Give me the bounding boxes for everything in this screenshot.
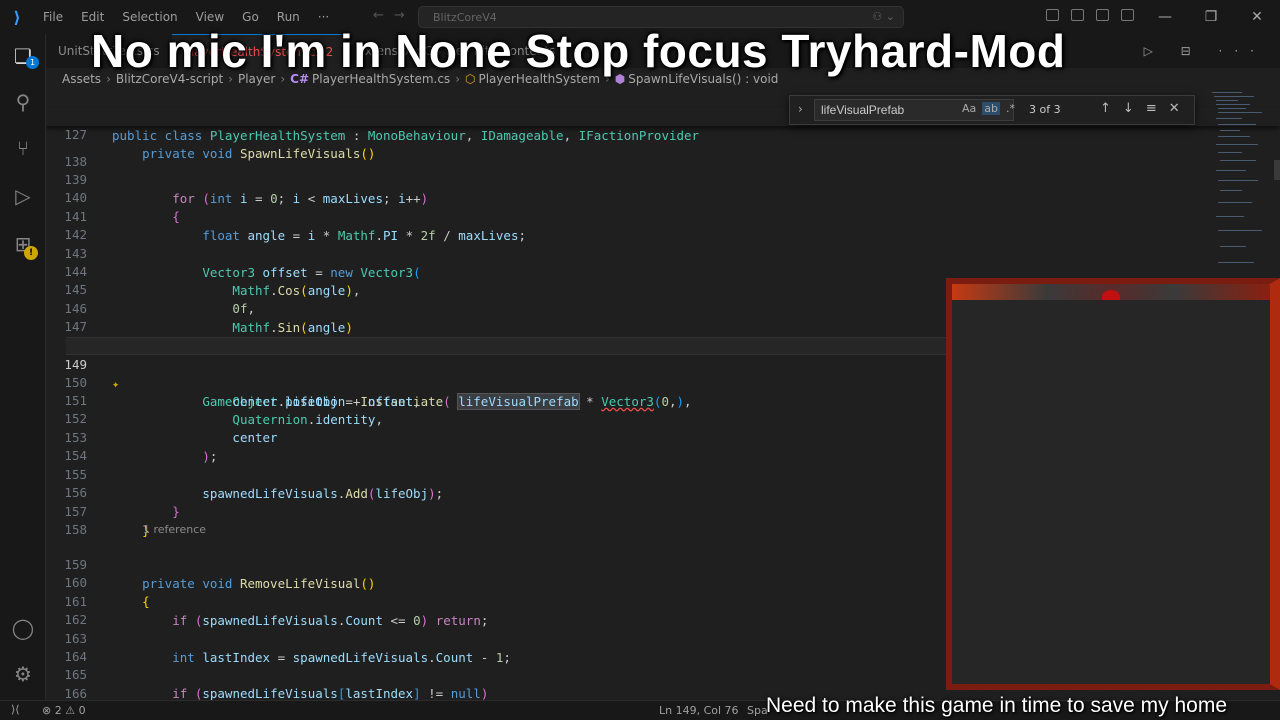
webcam-feed xyxy=(952,300,1270,684)
copilot-icon[interactable]: ⚇ ⌄ xyxy=(872,10,895,23)
menu-selection[interactable]: Selection xyxy=(113,10,186,24)
code-line-144: 144 Mathf.Cos(angle), xyxy=(46,245,1280,297)
minimize-button[interactable]: — xyxy=(1142,0,1188,34)
toggle-secondary-sidebar-icon[interactable] xyxy=(1121,9,1134,21)
find-widget: › Aaab .* 3 of 3 ↑↓≡✕ xyxy=(789,95,1195,125)
stream-ticker-text: Need to make this game in time to save m… xyxy=(766,694,1228,717)
menu-bar: File Edit Selection View Go Run ··· xyxy=(34,10,338,24)
code-line-143: 143 Vector3 offset = new Vector3( xyxy=(46,227,1280,279)
vscode-logo-icon: ⟩ xyxy=(13,7,21,27)
close-find-icon[interactable]: ✕ xyxy=(1169,101,1192,116)
editor-scrollbar[interactable] xyxy=(1274,160,1280,180)
search-text: BlitzCoreV4 xyxy=(433,11,497,24)
window-controls: — ❐ ✕ xyxy=(1142,0,1280,34)
code-line-141: 141 float angle = i * Mathf.PI * 2f / ma… xyxy=(46,190,1280,242)
next-match-icon[interactable]: ↓ xyxy=(1123,101,1146,116)
extensions-warning-badge: ! xyxy=(24,246,38,260)
menu-go[interactable]: Go xyxy=(233,10,268,24)
menu-run[interactable]: Run xyxy=(268,10,309,24)
editor-actions[interactable]: ▷ ⊟ ··· xyxy=(1144,44,1266,58)
accounts-icon[interactable]: ◯ xyxy=(11,616,35,640)
line-number: 158 xyxy=(64,522,87,538)
find-nav-buttons: ↑↓≡✕ xyxy=(1100,101,1192,116)
match-whole-word-toggle[interactable]: ab xyxy=(982,102,1000,115)
menu-view[interactable]: View xyxy=(187,10,233,24)
layout-controls xyxy=(1046,9,1134,21)
source-control-icon[interactable]: ⑂ xyxy=(11,136,35,160)
layout-customize-icon[interactable] xyxy=(1046,9,1059,21)
cursor-position[interactable]: Ln 149, Col 76 xyxy=(659,704,739,717)
restore-button[interactable]: ❐ xyxy=(1188,0,1234,34)
close-button[interactable]: ✕ xyxy=(1234,0,1280,34)
explorer-badge: 1 xyxy=(26,56,39,69)
webcam-overlay-frame xyxy=(946,278,1280,690)
previous-match-icon[interactable]: ↑ xyxy=(1100,101,1123,116)
match-case-toggle[interactable]: Aa xyxy=(962,102,976,115)
code-line-140: 140 { xyxy=(46,171,1280,223)
stream-banner-text: No mic I'm in None Stop focus Tryhard-Mo… xyxy=(91,25,1066,77)
find-in-selection-icon[interactable]: ≡ xyxy=(1146,101,1169,116)
codelens-references[interactable]: 1 reference xyxy=(143,523,206,536)
regex-toggle[interactable]: .* xyxy=(1006,102,1015,115)
code-line-138: 138 xyxy=(46,135,1280,169)
menu-more[interactable]: ··· xyxy=(309,10,338,24)
nav-back-forward[interactable]: ←→ xyxy=(373,8,415,23)
remote-indicator-icon[interactable]: ⟩⟨ xyxy=(11,703,20,716)
code-line-142: 142 xyxy=(46,208,1280,242)
problems-indicator[interactable]: ⊗ 2 ⚠ 0 xyxy=(42,704,86,717)
run-debug-icon[interactable]: ▷ xyxy=(11,184,35,208)
activity-bar: ❏ 1 ⚲ ⑂ ▷ ⊞ ! ◯ ⚙ xyxy=(0,34,46,700)
menu-file[interactable]: File xyxy=(34,10,72,24)
toggle-primary-sidebar-icon[interactable] xyxy=(1071,9,1084,21)
toggle-panel-icon[interactable] xyxy=(1096,9,1109,21)
search-icon[interactable]: ⚲ xyxy=(11,90,35,114)
find-match-count: 3 of 3 xyxy=(1029,103,1061,116)
menu-edit[interactable]: Edit xyxy=(72,10,113,24)
code-line-139: 139 for (int i = 0; i < maxLives; i++) xyxy=(46,153,1280,205)
indentation-indicator[interactable]: Spa xyxy=(747,704,768,717)
find-options: Aa ab .* xyxy=(962,102,1021,115)
settings-gear-icon[interactable]: ⚙ xyxy=(11,662,35,686)
toggle-replace-chevron-icon[interactable]: › xyxy=(798,102,803,116)
